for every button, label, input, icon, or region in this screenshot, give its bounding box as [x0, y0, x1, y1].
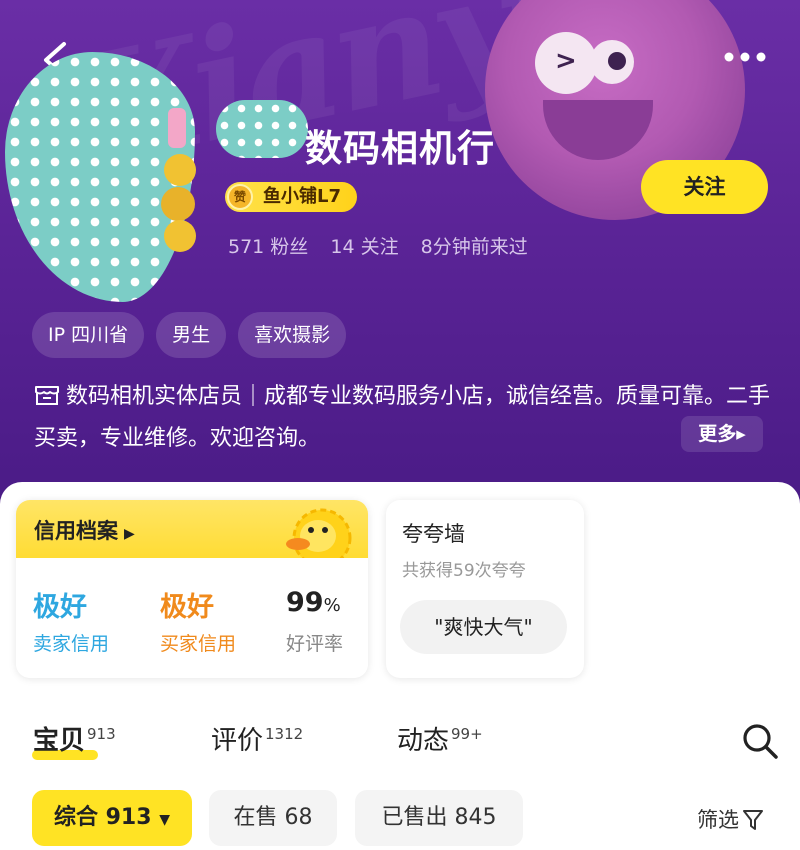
duck-mascot-icon [286, 508, 352, 566]
seller-credit-label: 卖家信用 [33, 633, 110, 655]
level-badge-label: 鱼小铺L7 [263, 186, 341, 207]
level-badge[interactable]: 赞 鱼小铺L7 [225, 182, 357, 212]
tab-posts-count: 99+ [451, 725, 483, 743]
avatar-decoration [161, 108, 196, 252]
tag-location: IP 四川省 [32, 312, 145, 358]
search-icon[interactable] [741, 722, 779, 760]
seller-credit-value: 极好 [33, 592, 87, 623]
buyer-credit-value: 极好 [160, 592, 214, 623]
positive-rate-unit: % [323, 595, 341, 616]
name-redaction [216, 100, 308, 158]
triangle-right-icon: ▶ [124, 526, 135, 542]
positive-rate-number: 99 [286, 587, 324, 618]
fans-count[interactable]: 571 粉丝 [228, 236, 308, 258]
filter-on-sale[interactable]: 在售 68 [209, 790, 337, 846]
praise-subtitle: 共获得59次夸夸 [402, 561, 526, 581]
filter-label: 筛选 [697, 808, 739, 832]
last-seen: 8分钟前来过 [420, 236, 528, 258]
follow-button[interactable]: 关注 [641, 160, 768, 214]
like-badge-icon: 赞 [227, 184, 253, 210]
praise-wall-card[interactable]: 夸夸墙 共获得59次夸夸 "爽快大气" [386, 500, 584, 678]
tab-items[interactable]: 宝贝 913 [33, 720, 116, 757]
filter-comprehensive-label: 综合 913 [53, 805, 152, 830]
credit-title[interactable]: 信用档案 ▶ [34, 515, 135, 545]
tab-reviews-count: 1312 [265, 725, 304, 743]
tab-items-label: 宝贝 [33, 726, 86, 756]
tag-gender: 男生 [156, 312, 227, 358]
more-options-icon[interactable] [722, 50, 768, 64]
buyer-credit-label: 买家信用 [160, 633, 237, 655]
caret-down-icon: ▼ [159, 812, 171, 828]
following-count[interactable]: 14 关注 [330, 236, 398, 258]
positive-rate-label: 好评率 [286, 633, 344, 655]
tab-reviews[interactable]: 评价 1312 [211, 720, 303, 757]
praise-title: 夸夸墙 [402, 522, 465, 546]
tag-hobby: 喜欢摄影 [238, 312, 347, 358]
filter-comprehensive[interactable]: 综合 913 ▼ [32, 790, 192, 846]
bio-divider [252, 384, 255, 406]
positive-rate-value: 99% [286, 587, 341, 618]
chevron-right-icon: ▸ [736, 423, 746, 445]
funnel-icon [743, 810, 763, 830]
praise-pill[interactable]: "爽快大气" [400, 600, 567, 654]
bio-more-label: 更多 [698, 423, 737, 445]
bio-title: 数码相机实体店员 [66, 384, 243, 409]
profile-tags: IP 四川省 男生 喜欢摄影 [32, 312, 347, 358]
store-icon [35, 386, 59, 405]
shop-stats: 571 粉丝 14 关注 8分钟前来过 [228, 232, 544, 259]
tab-items-count: 913 [87, 725, 116, 743]
tab-reviews-label: 评价 [211, 726, 264, 756]
filter-button[interactable]: 筛选 [697, 804, 763, 834]
credit-title-label: 信用档案 [34, 519, 118, 543]
filter-sold[interactable]: 已售出 845 [355, 790, 523, 846]
tab-posts[interactable]: 动态 99+ [397, 720, 483, 757]
bio-more-button[interactable]: 更多▸ [681, 416, 763, 452]
shop-bio: 数码相机实体店员 成都专业数码服务小店，诚信经营。质量可靠。二手买卖，专业维修。欢… [34, 376, 774, 460]
shop-name: 数码相机行 [305, 127, 495, 170]
tab-posts-label: 动态 [397, 726, 450, 756]
